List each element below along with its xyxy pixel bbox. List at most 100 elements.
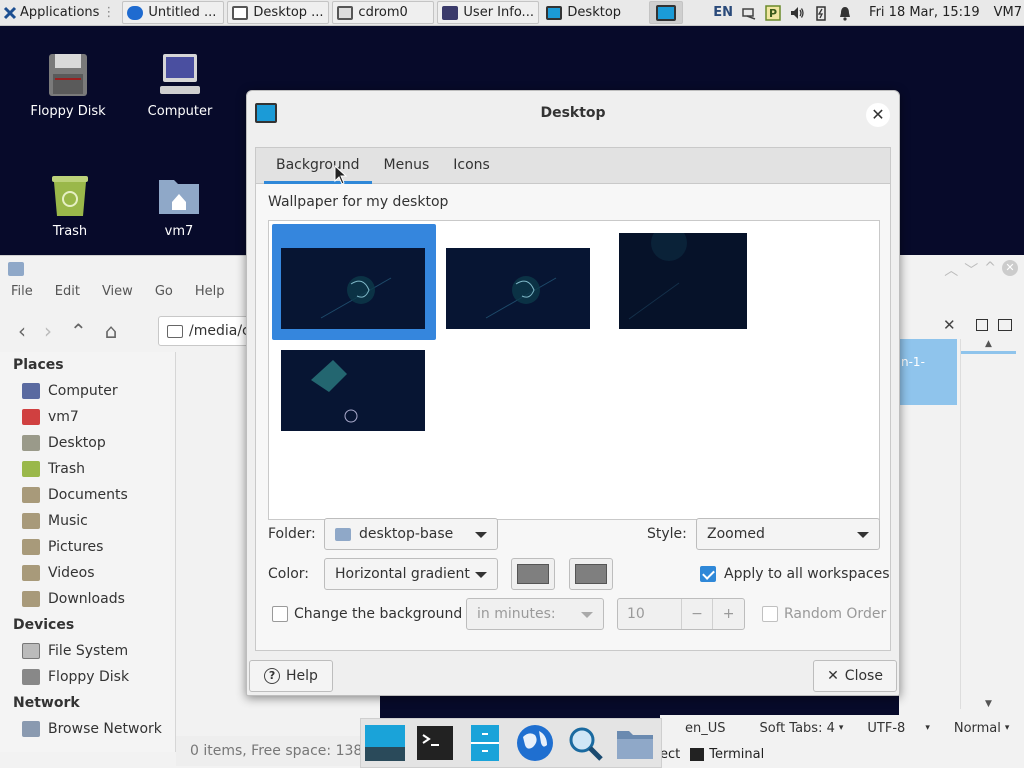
menu-view[interactable]: View [91,284,144,299]
tab-icons[interactable]: Icons [441,148,502,183]
color-button-2[interactable] [569,558,613,590]
sidebar-item-computer[interactable]: Computer [0,378,175,404]
file-cabinet-icon[interactable] [465,723,505,763]
task-label: cdrom0 [358,5,408,20]
minus-icon[interactable]: − [680,599,713,629]
applications-menu[interactable]: Applications ⋮ [0,0,119,26]
random-order-toggle[interactable]: Random Order [762,606,886,622]
wallpaper-thumbnail-1[interactable] [281,248,425,329]
language-selector[interactable]: en_US [685,721,726,736]
maximize-icon[interactable]: ^ [984,260,996,280]
tab-background[interactable]: Background [264,148,372,184]
desktop-icon-trash[interactable]: Trash [15,172,125,239]
battery-icon[interactable] [813,5,829,21]
devices-heading: Devices [13,617,75,633]
interval-select[interactable]: in minutes: [466,598,604,630]
sidebar-item-trash[interactable]: Trash [0,456,175,482]
editor-scrollbar[interactable]: ▲ ▼ [960,339,1016,709]
scroll-thumb[interactable] [961,351,1016,354]
tab-close-icon[interactable]: ✕ [943,316,956,334]
close-icon[interactable]: ✕ [866,103,890,127]
desktop-icon-vm7[interactable]: vm7 [124,172,234,239]
folder-icon[interactable] [615,723,655,763]
interval-value: in minutes: [477,606,556,622]
scroll-up-icon[interactable]: ▲ [961,339,1016,349]
help-button[interactable]: ? Help [249,660,333,692]
sidebar-item-pictures[interactable]: Pictures [0,534,175,560]
sidebar-item-label: Documents [48,487,128,503]
sidebar-item-videos[interactable]: Videos [0,560,175,586]
encoding-selector[interactable]: UTF-8 [867,721,905,736]
chevron-down-icon [581,612,593,618]
trash-icon [22,461,40,477]
dialog-title: Desktop [540,105,606,121]
scroll-down-icon[interactable]: ▼ [961,699,1016,709]
sidebar-item-desktop[interactable]: Desktop [0,430,175,456]
terminal-task[interactable]: ect Terminal [660,741,1024,768]
sidebar-item-documents[interactable]: Documents [0,482,175,508]
window-buttons: ︿ ﹀ ^ ✕ [944,260,1018,280]
clipboard-icon[interactable]: P [765,4,781,21]
wallpaper-thumbnail-4[interactable] [281,350,425,431]
keyboard-layout[interactable]: EN [713,5,733,20]
plus-icon[interactable]: + [712,599,744,629]
color-select[interactable]: Horizontal gradient [324,558,498,590]
split-view-icon[interactable] [997,319,1012,331]
wallpaper-thumbnail-2[interactable] [446,248,590,329]
apply-all-checkbox[interactable] [700,566,716,582]
network-icon[interactable] [741,5,757,21]
menu-help[interactable]: Help [184,284,236,299]
clock[interactable]: Fri 18 Mar, 15:19 [869,5,980,20]
minutes-spinner[interactable]: 10 − + [617,598,745,630]
search-icon[interactable] [565,723,605,763]
notification-bell-icon[interactable] [837,5,853,21]
show-desktop-icon[interactable] [365,723,405,763]
wallpaper-thumbnail-3[interactable] [619,233,747,329]
desktop-icon-floppy[interactable]: Floppy Disk [13,52,123,119]
color-button-1[interactable] [511,558,555,590]
change-background-toggle[interactable]: Change the background [272,606,462,622]
chevron-down-icon: ▾ [925,723,930,733]
forward-icon[interactable]: › [44,319,52,343]
user-label[interactable]: VM7 [994,5,1022,20]
home-icon[interactable]: ⌂ [105,319,118,343]
desktop-icon-computer[interactable]: Computer [125,52,235,119]
home-folder-icon [156,172,202,218]
up-icon[interactable]: ⌃ [70,319,87,343]
sidebar-item-vm7[interactable]: vm7 [0,404,175,430]
sidebar-item-file-system[interactable]: File System [0,638,175,664]
sidebar-item-browse-network[interactable]: Browse Network [0,716,175,742]
tabs-selector[interactable]: Soft Tabs: 4 [760,721,835,736]
sidebar-item-music[interactable]: Music [0,508,175,534]
mode-selector[interactable]: Normal [954,721,1001,736]
workspace-switcher[interactable] [649,1,684,24]
restore-icon[interactable]: ﹀ [964,260,978,280]
terminal-icon[interactable] [415,723,455,763]
sidebar-item-downloads[interactable]: Downloads [0,586,175,612]
task-cdrom0[interactable]: cdrom0 [332,1,435,24]
task-desktop-1[interactable]: Desktop ... [227,1,330,24]
sidebar-item-floppy[interactable]: Floppy Disk [0,664,175,690]
volume-icon[interactable] [789,5,805,21]
task-untitled[interactable]: Untitled ... [122,1,225,24]
close-button[interactable]: ✕ Close [813,660,897,692]
apply-all-workspaces[interactable]: Apply to all workspaces [700,566,890,582]
menu-edit[interactable]: Edit [44,284,91,299]
new-tab-icon[interactable] [975,319,988,331]
task-desktop-2[interactable]: Desktop [542,1,647,24]
style-select[interactable]: Zoomed [696,518,880,550]
back-icon[interactable]: ‹ [18,319,26,343]
change-background-checkbox[interactable] [272,606,288,622]
pictures-folder-icon [22,539,40,555]
menu-file[interactable]: File [0,284,44,299]
close-icon[interactable]: ✕ [1002,260,1018,276]
menu-go[interactable]: Go [144,284,184,299]
folder-select[interactable]: desktop-base [324,518,498,550]
tab-menus[interactable]: Menus [372,148,442,183]
minimize-icon[interactable]: ︿ [944,260,958,280]
web-browser-icon[interactable] [515,723,555,763]
style-value: Zoomed [707,526,765,542]
task-label: Desktop ... [253,5,324,20]
task-user-info[interactable]: User Info... [437,1,540,24]
random-order-checkbox[interactable] [762,606,778,622]
